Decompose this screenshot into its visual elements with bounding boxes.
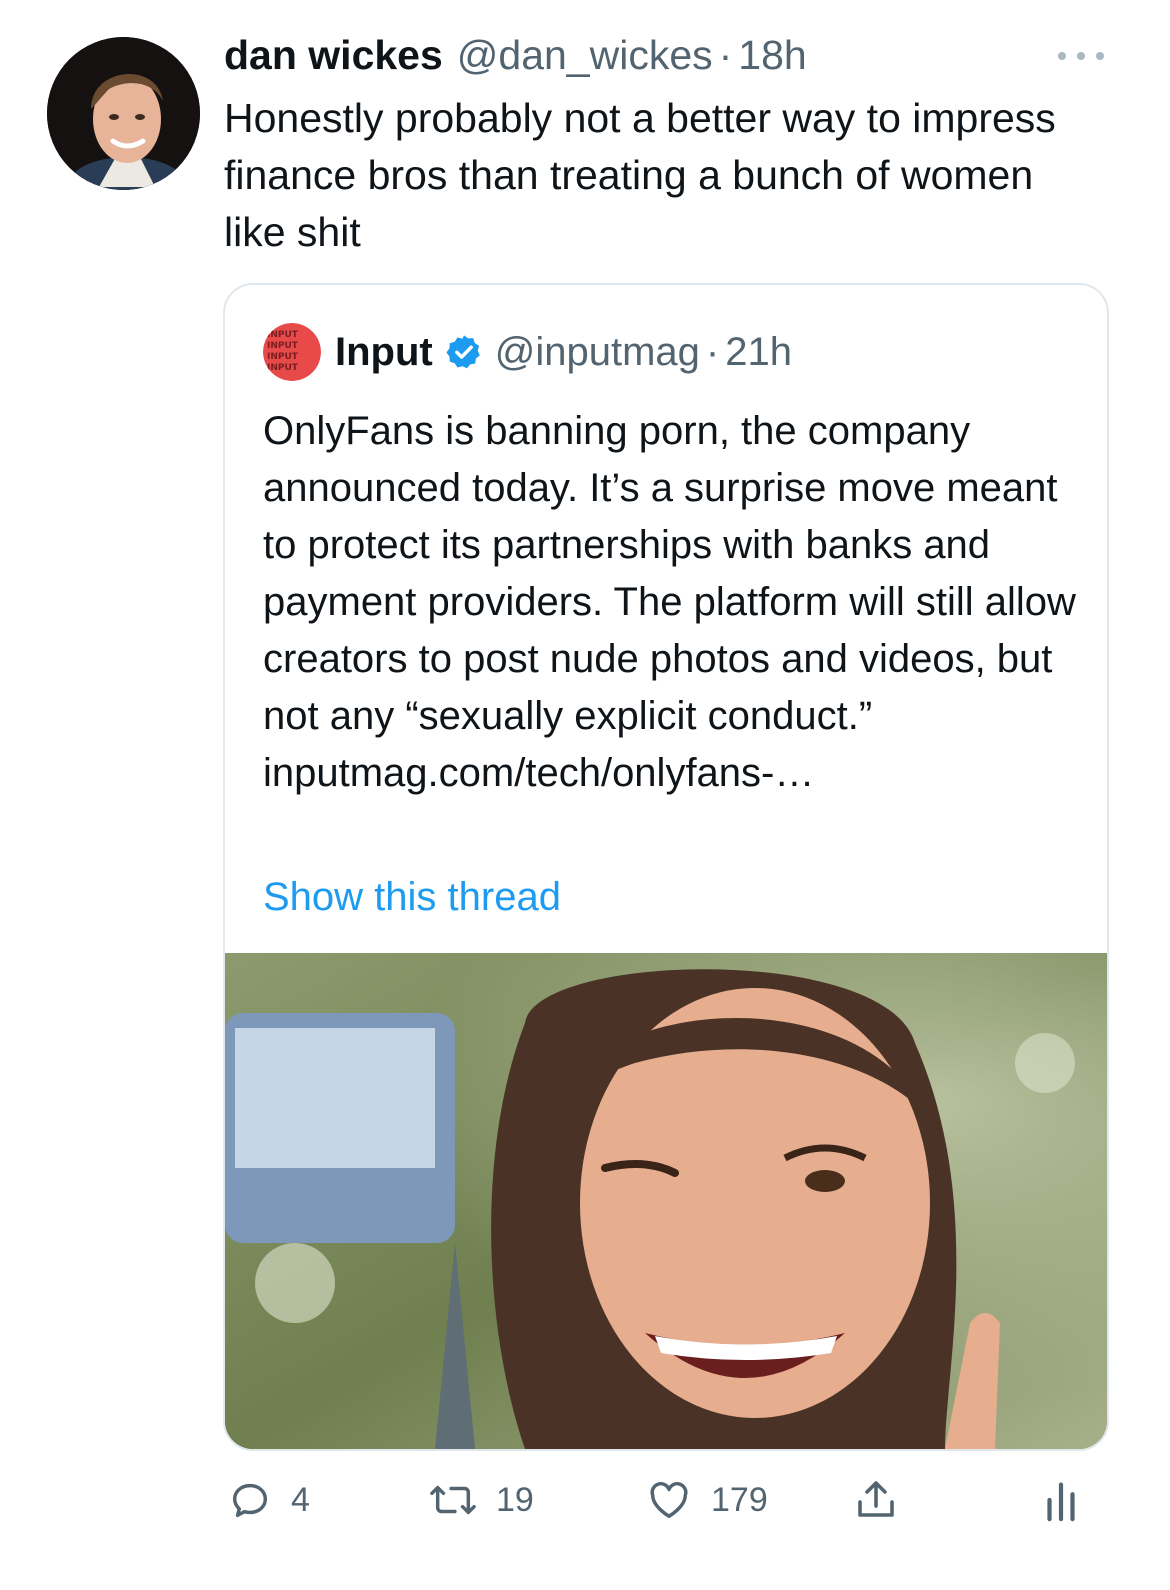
author-avatar[interactable] — [47, 37, 200, 190]
like-button[interactable]: 179 — [645, 1470, 768, 1530]
like-count: 179 — [711, 1480, 768, 1519]
quoted-logo-text-1: INPUT — [267, 330, 299, 340]
quoted-author-name[interactable]: Input — [335, 330, 433, 375]
quoted-logo-text-4: INPUT — [267, 363, 299, 373]
quoted-tweet-header: INPUT INPUT INPUT INPUT Input @inputmag … — [263, 322, 792, 382]
reply-button[interactable]: 4 — [227, 1470, 310, 1530]
verified-badge-icon — [445, 333, 483, 371]
analytics-button[interactable] — [1041, 1470, 1081, 1530]
reply-icon — [227, 1477, 273, 1523]
quoted-separator-dot: · — [705, 329, 720, 374]
quoted-tweet-card[interactable]: INPUT INPUT INPUT INPUT Input @inputmag … — [223, 283, 1109, 1451]
analytics-icon — [1041, 1477, 1081, 1523]
share-button[interactable] — [852, 1470, 900, 1530]
more-options-icon[interactable] — [1058, 42, 1104, 70]
tweet-actions-bar: 4 19 179 — [0, 1470, 1170, 1530]
quoted-tweet-time[interactable]: 21h — [725, 330, 792, 375]
tweet-text: Honestly probably not a better way to im… — [224, 95, 1056, 255]
retweet-count: 19 — [496, 1480, 534, 1519]
quoted-tweet-image[interactable] — [225, 953, 1107, 1449]
quoted-logo-text-2: INPUT — [267, 341, 299, 351]
quoted-logo-text-3: INPUT — [267, 352, 299, 362]
quoted-tweet-text: OnlyFans is banning porn, the company an… — [263, 409, 1076, 795]
retweet-icon — [428, 1477, 478, 1523]
tweet-time[interactable]: 18h — [738, 32, 806, 79]
quoted-author-handle[interactable]: @inputmag — [495, 330, 700, 375]
author-name[interactable]: dan wickes — [224, 32, 443, 79]
like-icon — [645, 1477, 693, 1523]
show-thread-link[interactable]: Show this thread — [263, 875, 561, 920]
separator-dot: · — [718, 32, 733, 78]
retweet-button[interactable]: 19 — [428, 1470, 534, 1530]
quoted-author-avatar[interactable]: INPUT INPUT INPUT INPUT — [263, 323, 321, 381]
reply-count: 4 — [291, 1480, 310, 1519]
share-icon — [852, 1476, 900, 1524]
author-handle[interactable]: @dan_wickes — [457, 32, 713, 79]
tweet-header: dan wickes @dan_wickes · 18h — [224, 32, 807, 84]
